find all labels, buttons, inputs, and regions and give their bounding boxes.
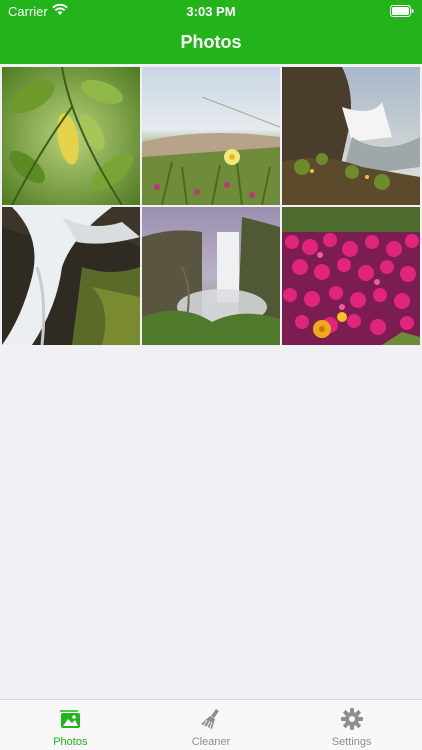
broom-icon	[201, 709, 219, 729]
waterfall-closeup-image	[2, 207, 140, 345]
coast-waterfall-image	[282, 67, 420, 205]
pink-flowers-image	[282, 207, 420, 345]
tab-cleaner-label: Cleaner	[191, 736, 231, 748]
photos-icon	[60, 710, 81, 728]
tab-settings-label: Settings	[331, 736, 372, 748]
photo-grid	[2, 67, 420, 345]
tab-photos-label: Photos	[53, 736, 88, 748]
photo-thumbnail-leaves[interactable]	[2, 67, 140, 205]
photo-thumbnail-coast-waterfall[interactable]	[282, 67, 420, 205]
clock: 3:03 PM	[186, 4, 236, 19]
photo-thumbnail-tall-waterfall[interactable]	[142, 207, 280, 345]
battery-icon	[390, 5, 414, 17]
photo-thumbnail-waterfall-closeup[interactable]	[2, 207, 140, 345]
page-title: Photos	[180, 32, 242, 52]
gear-icon	[340, 708, 363, 730]
photo-thumbnail-beach-flower[interactable]	[142, 67, 280, 205]
tab-cleaner[interactable]: Cleaner	[141, 700, 282, 750]
tall-waterfall-image	[142, 207, 280, 345]
tab-settings[interactable]: Settings	[281, 700, 422, 750]
tab-photos[interactable]: Photos	[0, 700, 141, 750]
leaves-image	[2, 67, 140, 205]
photo-thumbnail-pink-flowers[interactable]	[282, 207, 420, 345]
navigation-header: Carrier 3:03 PM Photos	[0, 0, 422, 64]
beach-flower-image	[142, 67, 280, 205]
tab-bar: Photos Cleaner Settings	[0, 699, 422, 750]
status-bar: Carrier 3:03 PM	[0, 0, 422, 22]
